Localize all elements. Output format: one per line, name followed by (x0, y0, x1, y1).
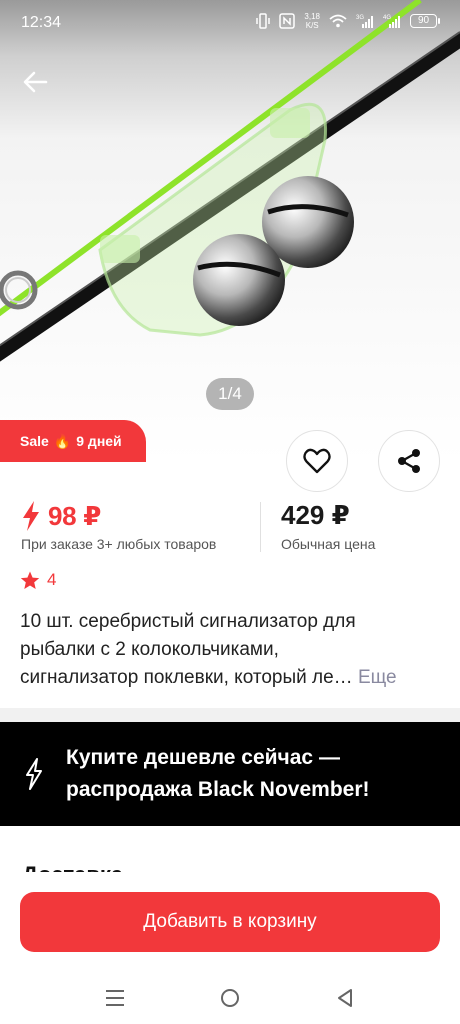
sale-label: Sale (20, 433, 49, 449)
status-bar: 12:34 3,18 K/S 3G 4G 90 (0, 0, 460, 44)
svg-text:4G: 4G (383, 15, 391, 21)
back-button[interactable] (20, 66, 52, 98)
section-divider (0, 708, 460, 722)
lightning-icon (26, 758, 42, 790)
svg-text:3G: 3G (356, 15, 364, 21)
signal-3g-icon: 3G (356, 15, 373, 28)
more-link[interactable]: Еще (358, 667, 397, 688)
nfc-icon (279, 13, 296, 29)
product-title: 10 шт. серебристый сигнализатор для рыба… (20, 611, 397, 688)
lightning-icon (23, 501, 39, 531)
back-nav-icon[interactable] (333, 986, 357, 1010)
sale-price: 98 ₽ (20, 500, 101, 532)
battery-icon: 90 (410, 14, 440, 28)
add-to-cart-button[interactable]: Добавить в корзину (20, 892, 440, 952)
home-icon[interactable] (218, 986, 242, 1010)
favorite-button[interactable] (286, 430, 348, 492)
fire-icon: 🔥 (53, 432, 72, 449)
sale-badge: Sale 🔥 9 дней (0, 420, 146, 462)
rating-value: 4 (47, 570, 57, 589)
sale-price-note: При заказе 3+ любых товаров (21, 536, 217, 552)
arrow-left-icon (23, 71, 48, 93)
status-time: 12:34 (21, 14, 62, 31)
system-nav-bar (0, 972, 460, 1024)
regular-price-value: 429 ₽ (281, 500, 350, 530)
star-icon (20, 571, 40, 589)
rating[interactable]: 4 (20, 570, 56, 590)
share-button[interactable] (378, 430, 440, 492)
signal-4g-icon: 4G (383, 15, 400, 28)
price-divider (260, 502, 261, 552)
regular-price-note: Обычная цена (281, 536, 376, 552)
vibrate-icon (256, 13, 271, 29)
heart-icon (303, 448, 331, 474)
wifi-icon (329, 14, 347, 28)
sale-price-value: 98 ₽ (48, 500, 102, 531)
net-speed: 3,18 K/S (304, 12, 320, 30)
share-icon (398, 449, 420, 473)
status-icons: 3,18 K/S 3G 4G 90 (256, 12, 440, 30)
sale-days: 9 дней (76, 433, 122, 449)
promo-text: Купите дешевле сейчас — распродажа Black… (66, 746, 370, 801)
menu-icon[interactable] (103, 986, 127, 1010)
promo-banner[interactable]: Купите дешевле сейчас — распродажа Black… (0, 722, 460, 826)
image-pager: 1/4 (206, 378, 254, 410)
